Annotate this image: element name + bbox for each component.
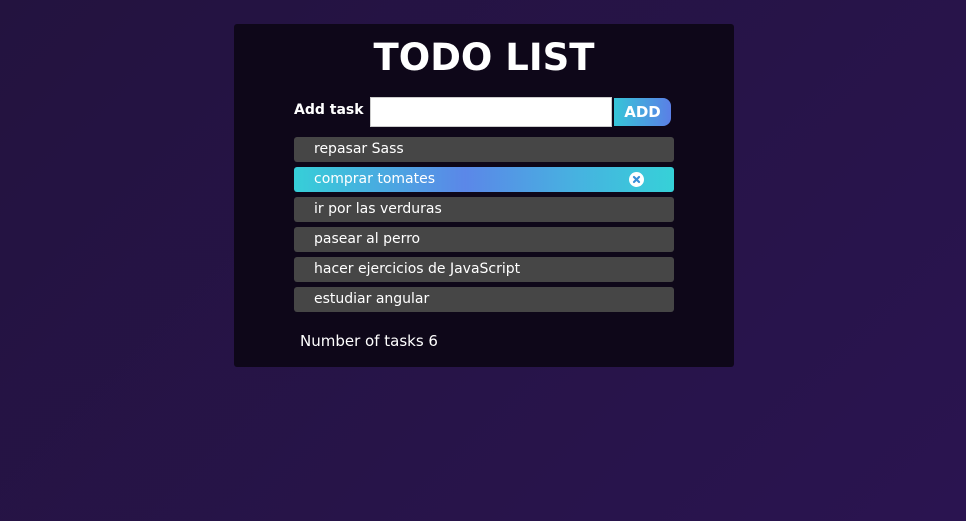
task-input[interactable] [370,97,612,127]
add-button[interactable]: ADD [614,98,671,126]
task-text: hacer ejercicios de JavaScript [314,261,521,277]
task-text: ir por las verduras [314,201,442,217]
task-item[interactable]: ir por las verduras [294,197,674,222]
task-item[interactable]: repasar Sass [294,137,674,162]
close-circle-icon[interactable] [629,172,644,187]
task-count: Number of tasks 6 [300,332,438,350]
task-list: repasar Sass comprar tomates ir por las … [294,137,674,317]
todo-card: TODO LIST Add task ADD repasar Sass comp… [234,24,734,367]
task-text: pasear al perro [314,231,421,247]
task-text: estudiar angular [314,291,430,307]
task-text: comprar tomates [314,171,435,187]
task-item[interactable]: pasear al perro [294,227,674,252]
task-item[interactable]: hacer ejercicios de JavaScript [294,257,674,282]
task-item[interactable]: estudiar angular [294,287,674,312]
add-task-label: Add task [294,102,364,118]
task-item-active[interactable]: comprar tomates [294,167,674,192]
page-title: TODO LIST [373,36,595,79]
task-text: repasar Sass [314,141,404,157]
